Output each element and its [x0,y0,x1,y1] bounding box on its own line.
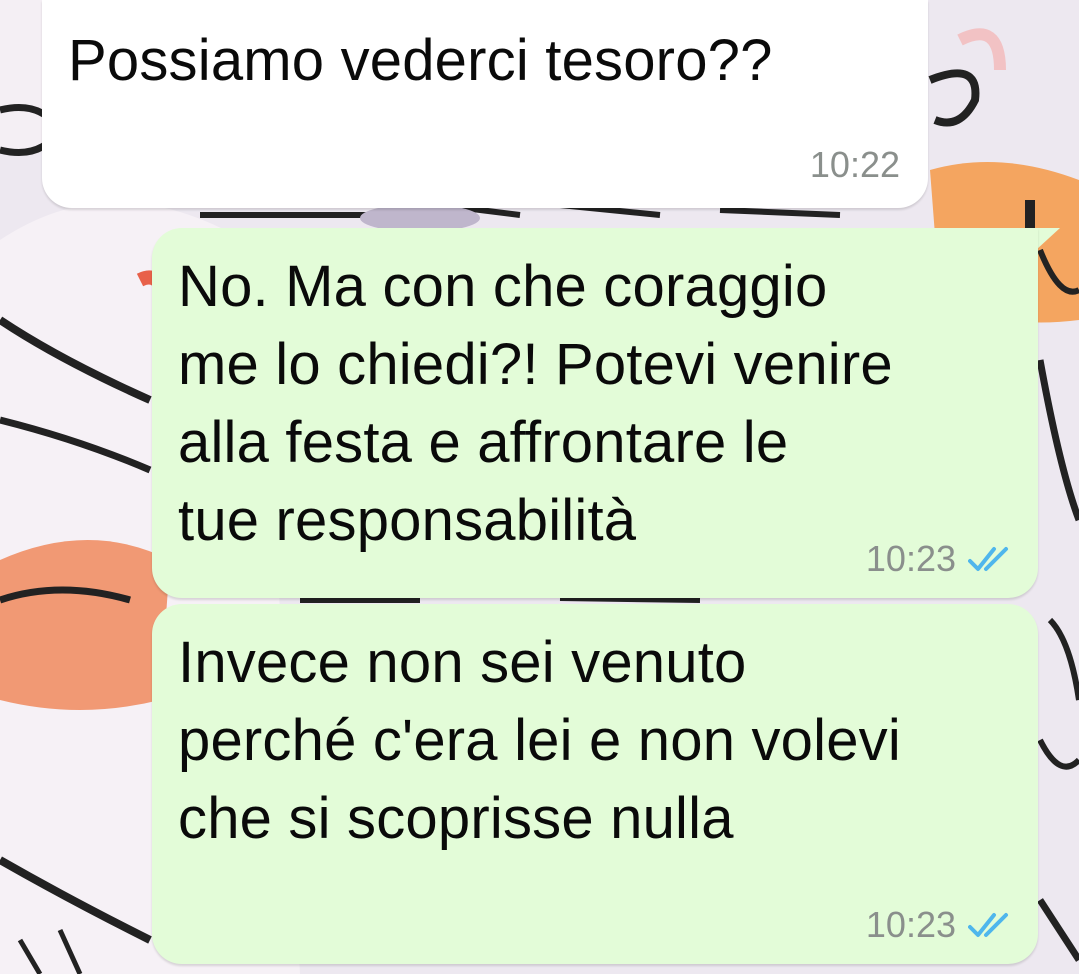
message-text: Possiamo vederci tesoro?? [68,28,773,93]
outgoing-message-bubble[interactable]: Invece non sei venuto perché c'era lei e… [152,604,1038,964]
incoming-message-bubble[interactable]: Possiamo vederci tesoro?? 10:22 [42,0,928,208]
double-check-read-icon [968,547,1008,571]
double-check-read-icon [968,913,1008,937]
message-timestamp: 10:23 [865,904,956,945]
outgoing-message-bubble[interactable]: No. Ma con che coraggio me lo chiedi?! P… [152,228,1038,598]
message-text: Invece non sei venuto perché c'era lei e… [178,630,901,851]
message-meta: 10:22 [810,144,900,186]
message-timestamp: 10:23 [865,538,956,579]
outgoing-bubble-tail [1036,228,1060,250]
message-timestamp: 10:22 [809,144,900,185]
message-meta: 10:23 [866,904,1014,946]
message-meta: 10:23 [866,538,1014,580]
message-text: No. Ma con che coraggio me lo chiedi?! P… [178,254,893,553]
